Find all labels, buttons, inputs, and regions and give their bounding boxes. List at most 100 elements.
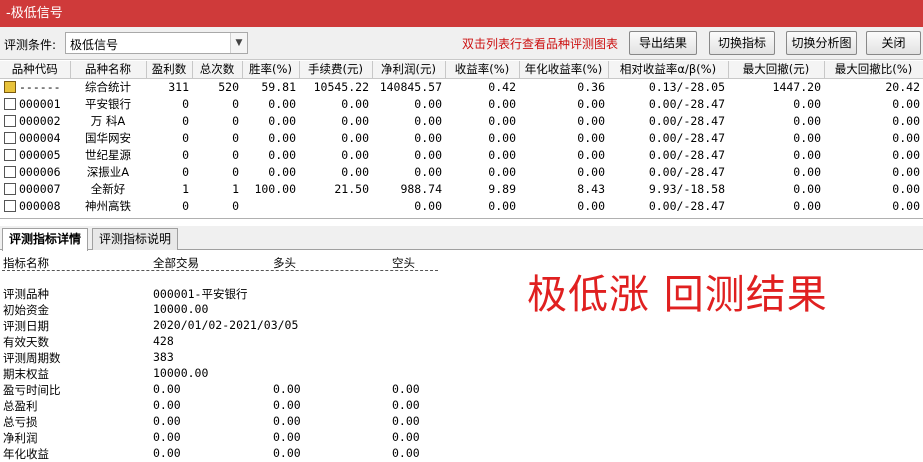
table-row[interactable]: 000006 深振业A 0 0 0.00 0.00 0.00 0.00 0.00 0.00/-28… — [0, 163, 923, 180]
grid-column-header[interactable]: 最大回撤比(%) — [824, 61, 923, 79]
cell-value: 0.00 — [793, 181, 821, 196]
cell-value: 0.00 — [577, 147, 605, 162]
grid-column-header[interactable]: 年化收益率(%) — [519, 61, 609, 79]
list-item: 有效天数 428 — [0, 334, 923, 350]
cell-value: 0.00 — [268, 113, 296, 128]
cell-value: 9.89 — [488, 181, 516, 196]
cell-code-text: 000008 — [19, 198, 61, 213]
chevron-down-icon[interactable]: ▼ — [230, 33, 247, 53]
detail-label: 期末权益 — [3, 367, 49, 381]
cell-value: 0.00 — [488, 198, 516, 213]
cell-code: 000001 — [0, 95, 70, 112]
cell-value: 0.00 — [577, 96, 605, 111]
list-item: 年化收益 0.00 0.00 0.00 — [0, 446, 923, 462]
detail-value-long: 0.00 — [273, 398, 301, 412]
cell-value: 0 — [232, 113, 239, 128]
detail-value-all: 383 — [153, 350, 174, 364]
cell-value: 8.43 — [577, 181, 605, 196]
cell-value: 0.00 — [892, 147, 920, 162]
cell-value: 0 — [182, 96, 189, 111]
cell-value: 0.00 — [341, 113, 369, 128]
cell-value: 0.00 — [793, 198, 821, 213]
cell-value: 0.00 — [892, 181, 920, 196]
cell-name: 国华网安 — [85, 130, 131, 145]
cell-value: 0.00 — [341, 130, 369, 145]
detail-label: 总亏损 — [3, 415, 38, 429]
cell-value: 0 — [232, 130, 239, 145]
cell-value: 0.00 — [414, 147, 442, 162]
cell-code: 000005 — [0, 146, 70, 163]
grid-column-header[interactable]: 手续费(元) — [299, 61, 373, 79]
results-table: 品种代码 品种名称 盈利数 总次数 胜率(%) 手续费(元) 净利润(元) 收益率(%) 年化收… — [0, 61, 923, 214]
cell-value: 0.00 — [268, 130, 296, 145]
detail-value-all: 000001-平安银行 — [153, 287, 248, 301]
table-row[interactable]: ------ 综合统计 311 520 59.81 10545.22 140845.57 0.… — [0, 78, 923, 95]
cell-value: 0 — [182, 113, 189, 128]
detail-value-long: 0.00 — [273, 430, 301, 444]
condition-select[interactable]: 极低信号 ▼ — [65, 32, 248, 54]
cell-code: 000008 — [0, 197, 70, 214]
detail-value-long: 0.00 — [273, 382, 301, 396]
grid-column-header[interactable]: 收益率(%) — [445, 61, 520, 79]
switch-indicator-button[interactable]: 切换指标 — [709, 31, 775, 55]
cell-code: 000006 — [0, 163, 70, 180]
grid-column-header[interactable]: 品种名称 — [70, 61, 147, 79]
cell-value: 0.36 — [577, 79, 605, 94]
detail-label: 年化收益 — [3, 447, 49, 461]
grid-column-header[interactable]: 盈利数 — [146, 61, 193, 79]
cell-value: 0.00 — [268, 96, 296, 111]
detail-label: 有效天数 — [3, 335, 49, 349]
cell-value: 0 — [182, 147, 189, 162]
folder-icon — [4, 131, 16, 144]
cell-code: 000007 — [0, 180, 70, 197]
cell-value: 1 — [232, 181, 239, 196]
grid-column-header[interactable]: 最大回撤(元) — [728, 61, 825, 79]
cell-value: 988.74 — [400, 181, 442, 196]
export-button[interactable]: 导出结果 — [629, 31, 697, 55]
cell-value: 0.00 — [892, 164, 920, 179]
grid-column-header[interactable]: 胜率(%) — [242, 61, 300, 79]
folder-icon — [4, 97, 16, 110]
cell-value: 100.00 — [254, 181, 296, 196]
tab-indicator-details[interactable]: 评测指标详情 — [2, 228, 89, 251]
table-row[interactable]: 000007 全新好 1 1 100.00 21.50 988.74 9.89 8.43 9.93… — [0, 180, 923, 197]
table-row[interactable]: 000008 神州高铁 0 0 0.00 0.00 0.00 0.00/-28.47 0.00 0… — [0, 197, 923, 214]
grid-column-header[interactable]: 品种代码 — [0, 61, 71, 79]
grid-column-header[interactable]: 净利润(元) — [372, 61, 446, 79]
folder-icon — [4, 165, 16, 178]
detail-value-all: 0.00 — [153, 382, 181, 396]
detail-value-short: 0.00 — [392, 446, 420, 460]
switch-chart-button[interactable]: 切换分析图 — [786, 31, 857, 55]
detail-tabs: 评测指标详情 评测指标说明 — [0, 226, 923, 251]
cell-value — [242, 197, 299, 214]
results-grid: 品种代码 品种名称 盈利数 总次数 胜率(%) 手续费(元) 净利润(元) 收益率(%) 年化收… — [0, 61, 923, 219]
table-row[interactable]: 000004 国华网安 0 0 0.00 0.00 0.00 0.00 0.00 0.00/-28… — [0, 129, 923, 146]
grid-column-header[interactable]: 总次数 — [192, 61, 243, 79]
detail-value-all: 10000.00 — [153, 302, 209, 316]
close-button[interactable]: 关闭 — [866, 31, 921, 55]
cell-value: 0.00 — [414, 198, 442, 213]
detail-value-short: 0.00 — [392, 382, 420, 396]
detail-divider — [2, 270, 438, 271]
cell-value: 311 — [168, 79, 189, 94]
tab-indicator-explanation[interactable]: 评测指标说明 — [92, 228, 179, 250]
condition-value: 极低信号 — [70, 38, 119, 52]
detail-label: 盈亏时间比 — [3, 383, 61, 397]
table-row[interactable]: 000005 世纪星源 0 0 0.00 0.00 0.00 0.00 0.00 0.00/-28… — [0, 146, 923, 163]
detail-label: 初始资金 — [3, 303, 49, 317]
cell-value: 0.00/-28.47 — [648, 96, 725, 111]
cell-value: 0 — [232, 164, 239, 179]
cell-code-text: 000007 — [19, 181, 61, 196]
cell-code-text: 000006 — [19, 164, 61, 179]
table-row[interactable]: 000002 万 科A 0 0 0.00 0.00 0.00 0.00 0.00 0.00/-28… — [0, 112, 923, 129]
grid-column-header[interactable]: 相对收益率α/β(%) — [608, 61, 729, 79]
cell-code: 000002 — [0, 112, 70, 129]
cell-value: 0 — [182, 164, 189, 179]
list-item: 评测周期数 383 — [0, 350, 923, 366]
cell-code-text: ------ — [19, 79, 61, 94]
cell-value: 520 — [218, 79, 239, 94]
cell-value: 0 — [182, 130, 189, 145]
cell-value: 0.00 — [892, 130, 920, 145]
cell-value: 0.00/-28.47 — [648, 113, 725, 128]
table-row[interactable]: 000001 平安银行 0 0 0.00 0.00 0.00 0.00 0.00 0.00/-28… — [0, 95, 923, 112]
